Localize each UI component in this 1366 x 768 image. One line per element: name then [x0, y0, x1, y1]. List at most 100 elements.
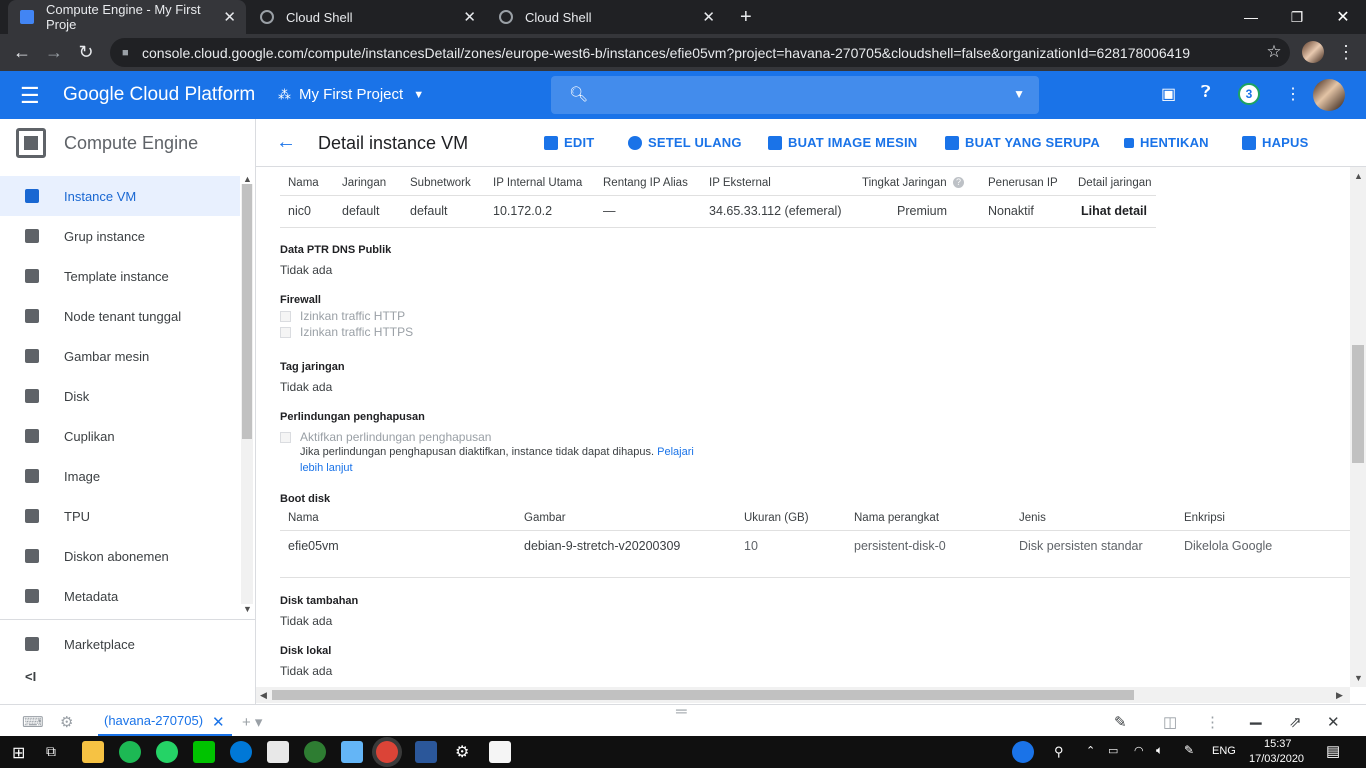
learn-more-link[interactable]: lebih lanjut [300, 462, 353, 474]
scroll-down-icon[interactable]: ▼ [243, 604, 252, 614]
mail-icon[interactable] [267, 741, 289, 763]
back-arrow-icon[interactable]: ← [276, 131, 296, 154]
main-horizontal-scrollbar[interactable]: ◀ ▶ [256, 687, 1350, 703]
task-view-icon[interactable]: ⧉ [46, 743, 56, 760]
close-tab-icon[interactable]: ✕ [223, 8, 236, 26]
cloud-shell-icon[interactable]: ▣ [1161, 84, 1176, 104]
help-icon[interactable]: ? [953, 177, 964, 188]
minimize-shell-icon[interactable]: ▁ [1250, 707, 1262, 725]
edit-pencil-icon[interactable]: ✎ [1114, 713, 1127, 731]
spotify-icon[interactable] [119, 741, 141, 763]
scroll-down-icon[interactable]: ▼ [1354, 673, 1363, 683]
main-vertical-scrollbar[interactable]: ▲ ▼ [1350, 167, 1366, 687]
new-tab-button[interactable]: + [728, 0, 768, 34]
scroll-up-icon[interactable]: ▲ [243, 174, 252, 184]
settings-gear-icon[interactable]: ⚙ [60, 713, 73, 731]
sidebar-item-marketplace[interactable]: Marketplace [0, 624, 240, 664]
sidebar-item-gambar-mesin[interactable]: Gambar mesin [0, 336, 240, 376]
language-indicator[interactable]: ENG [1212, 745, 1236, 757]
close-tab-icon[interactable]: ✕ [702, 8, 715, 26]
browser-menu-icon[interactable]: ⋮ [1334, 40, 1358, 64]
delete-button[interactable]: HAPUS [1242, 135, 1309, 150]
checkbox-box[interactable] [280, 310, 291, 322]
browser-tab-compute-engine[interactable]: Compute Engine - My First Proje ✕ [8, 0, 246, 34]
create-image-button[interactable]: BUAT IMAGE MESIN [768, 135, 917, 150]
sidebar-item-template-instance[interactable]: Template instance [0, 256, 240, 296]
close-tab-icon[interactable]: ✕ [463, 8, 476, 26]
open-new-window-icon[interactable]: ⇗ [1289, 713, 1302, 731]
windows-start-icon[interactable]: ⊞ [12, 743, 25, 763]
protection-checkbox[interactable]: Aktifkan perlindungan penghapusan [280, 430, 491, 444]
shell-tab-project[interactable]: (havana-270705) [104, 713, 203, 728]
pen-icon[interactable]: ✎ [1184, 743, 1194, 757]
scroll-thumb[interactable] [272, 690, 1134, 700]
word-icon[interactable] [415, 741, 437, 763]
chrome-icon[interactable] [376, 741, 398, 763]
close-shell-icon[interactable]: ✕ [1327, 713, 1340, 731]
checkbox-box[interactable] [280, 431, 291, 443]
help-icon[interactable]: ❓︎ [1201, 84, 1211, 102]
back-arrow-icon[interactable]: ← [10, 40, 34, 64]
edit-button[interactable]: EDIT [544, 135, 594, 150]
stop-button[interactable]: HENTIKAN [1124, 135, 1209, 150]
sidebar-item-instance-vm[interactable]: Instance VM [0, 176, 240, 216]
brand-title[interactable]: Google Cloud Platform [63, 84, 255, 106]
scroll-right-icon[interactable]: ▶ [1336, 690, 1343, 701]
maximize-icon[interactable]: ❐ [1274, 0, 1320, 34]
create-similar-button[interactable]: BUAT YANG SERUPA [945, 135, 1100, 150]
scroll-thumb[interactable] [242, 184, 252, 439]
close-shell-tab-icon[interactable]: ✕ [212, 713, 225, 731]
add-shell-tab-icon[interactable]: + ▾ [242, 713, 262, 731]
minimize-icon[interactable]: — [1228, 0, 1274, 34]
drag-handle-icon[interactable]: ═ [676, 703, 687, 720]
cube-app-icon[interactable] [341, 741, 363, 763]
browser-tab-cloud-shell-2[interactable]: Cloud Shell ✕ [487, 0, 725, 34]
url-bar[interactable]: ■ console.cloud.google.com/compute/insta… [110, 38, 1290, 67]
hamburger-menu-icon[interactable]: ☰ [20, 83, 40, 109]
clock-date[interactable]: 17/03/2020 [1249, 753, 1304, 765]
sidebar-item-grup-instance[interactable]: Grup instance [0, 216, 240, 256]
reset-button[interactable]: SETEL ULANG [628, 135, 742, 150]
app-icon[interactable] [304, 741, 326, 763]
help-tray-icon[interactable] [1012, 741, 1034, 763]
whatsapp-icon[interactable] [156, 741, 178, 763]
sidebar-item-image[interactable]: Image [0, 456, 240, 496]
battery-icon[interactable]: ▭ [1108, 744, 1118, 757]
line-icon[interactable] [193, 741, 215, 763]
browser-profile-avatar[interactable] [1302, 41, 1324, 63]
volume-icon[interactable]: 🔈︎ [1156, 743, 1163, 758]
scroll-up-icon[interactable]: ▲ [1354, 171, 1363, 181]
scroll-left-icon[interactable]: ◀ [260, 690, 267, 701]
file-explorer-icon[interactable] [82, 741, 104, 763]
sidebar-scrollbar[interactable]: ▲ ▼ [241, 174, 253, 614]
close-window-icon[interactable]: ✕ [1320, 0, 1366, 34]
sidebar-item-disk[interactable]: Disk [0, 376, 240, 416]
http-checkbox[interactable]: Izinkan traffic HTTP [280, 309, 405, 323]
search-dropdown-icon[interactable]: ▼ [1013, 87, 1025, 101]
search-input[interactable]: 🔍︎ ▼ [551, 76, 1039, 114]
sidebar-item-cuplikan[interactable]: Cuplikan [0, 416, 240, 456]
more-vert-icon[interactable]: ⋮ [1205, 713, 1220, 731]
project-selector[interactable]: ⁂ My First Project ▼ [278, 86, 424, 103]
sidebar-item-diskon[interactable]: Diskon abonemen [0, 536, 240, 576]
bookmark-star-icon[interactable]: ☆ [1262, 40, 1286, 64]
people-icon[interactable]: ⚲ [1054, 744, 1064, 760]
collapse-sidebar-button[interactable]: <I [25, 669, 36, 684]
more-vert-icon[interactable]: ⋮ [1285, 84, 1301, 104]
clock-time[interactable]: 15:37 [1264, 738, 1292, 750]
wifi-icon[interactable]: ◠ [1134, 744, 1144, 757]
account-avatar[interactable] [1313, 79, 1345, 111]
checkbox-box[interactable] [280, 326, 291, 338]
sidebar-item-metadata[interactable]: Metadata [0, 576, 240, 616]
notification-badge[interactable]: 3 [1238, 83, 1260, 105]
browser-tab-cloud-shell-1[interactable]: Cloud Shell ✕ [248, 0, 486, 34]
chevron-up-icon[interactable]: ⌃ [1086, 744, 1095, 757]
action-center-icon[interactable]: ▤ [1326, 742, 1340, 760]
web-preview-icon[interactable]: ◫ [1163, 713, 1177, 731]
https-checkbox[interactable]: Izinkan traffic HTTPS [280, 325, 413, 339]
view-details-link[interactable]: Lihat detail [1081, 204, 1147, 218]
learn-more-link[interactable]: Pelajari [657, 446, 694, 458]
reload-icon[interactable]: ↻ [74, 40, 98, 64]
settings-gear-icon[interactable]: ⚙ [455, 742, 469, 762]
scroll-thumb[interactable] [1352, 345, 1364, 463]
